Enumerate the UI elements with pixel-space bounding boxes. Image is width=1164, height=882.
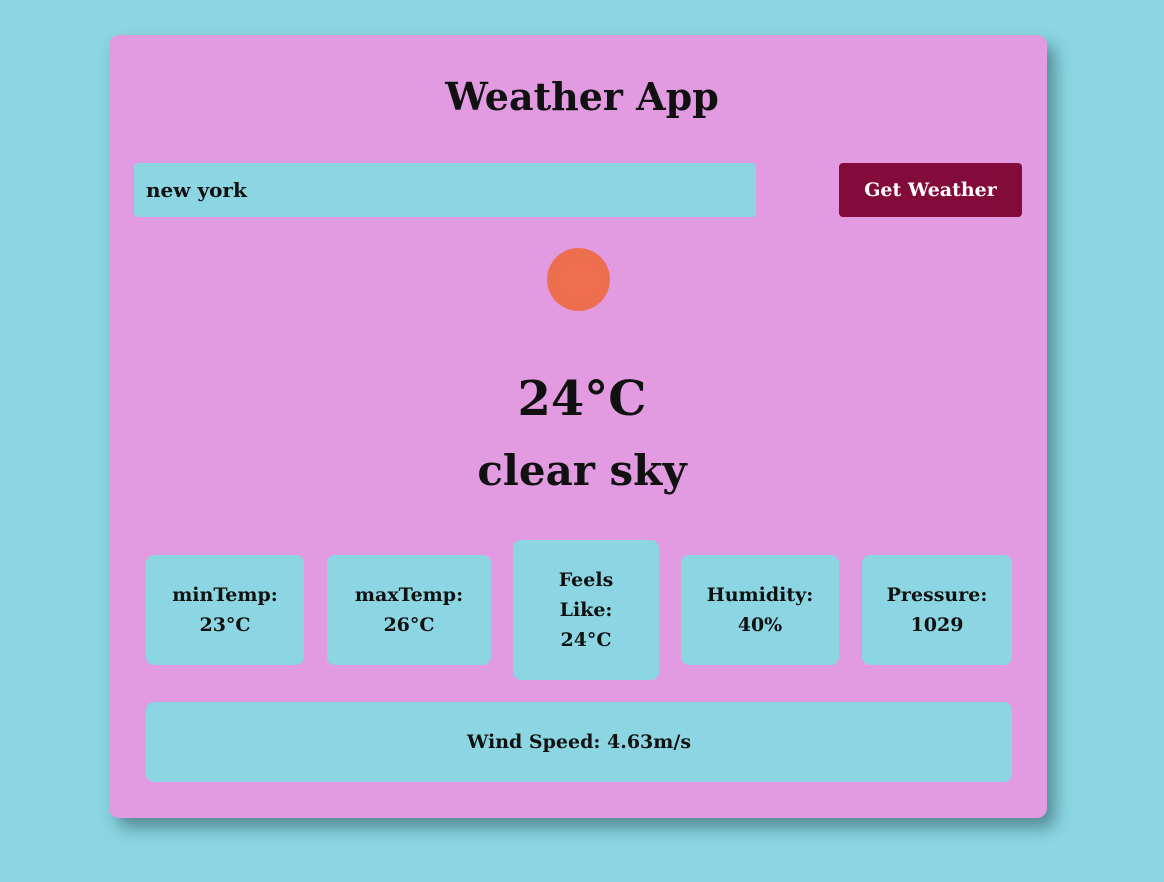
wind-speed: Wind Speed: 4.63m/s	[146, 702, 1012, 782]
stat-label: maxTemp:	[354, 584, 464, 606]
weather-description: clear sky	[477, 446, 687, 495]
stat-humidity: Humidity: 40%	[681, 555, 839, 665]
temperature: 24°C	[517, 371, 647, 427]
stat-feels-like: Feels Like: 24°C	[513, 540, 659, 680]
stat-value: 24°C	[560, 629, 612, 651]
stat-pressure: Pressure: 1029	[862, 555, 1012, 665]
page-title: Weather App	[445, 74, 719, 119]
city-input[interactable]	[134, 163, 756, 217]
stat-max-temp: maxTemp: 26°C	[327, 555, 491, 665]
stat-min-temp: minTemp: 23°C	[146, 555, 304, 665]
stat-label: Humidity:	[706, 584, 814, 606]
stat-value: 23°C	[199, 614, 251, 636]
stat-label: Feels Like:	[558, 569, 614, 621]
get-weather-button[interactable]: Get Weather	[839, 163, 1022, 217]
stat-value: 26°C	[383, 614, 435, 636]
stat-label: Pressure:	[886, 584, 988, 606]
sun-icon	[547, 248, 610, 311]
stat-value: 1029	[910, 614, 964, 636]
stat-label: minTemp:	[172, 584, 278, 606]
stat-value: 40%	[737, 614, 783, 636]
